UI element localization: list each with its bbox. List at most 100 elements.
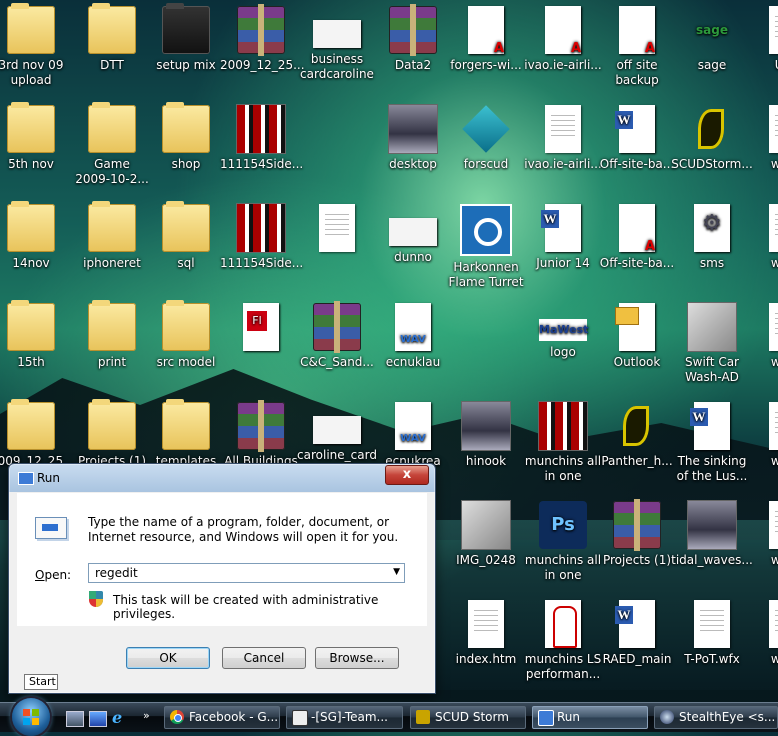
desktop-icon[interactable]: www. — [746, 204, 778, 271]
desktop-icon[interactable]: tidal_waves... — [671, 501, 753, 568]
desktop-icon[interactable]: 15th — [0, 300, 72, 370]
config-file-icon — [694, 204, 730, 252]
taskbar-item-scud-storm[interactable]: SCUD Storm — [410, 706, 526, 729]
desktop-icon[interactable]: iphoneret — [71, 201, 153, 271]
desktop-icon[interactable]: www. — [746, 105, 778, 172]
close-button[interactable]: x — [385, 465, 429, 485]
desktop-icon[interactable]: 111154Side... — [220, 204, 303, 271]
desktop-icon[interactable]: munchins LS performan... — [522, 600, 604, 682]
desktop-icon[interactable]: Harkonnen Flame Turret — [445, 204, 527, 290]
desktop-icon[interactable]: print — [71, 300, 153, 370]
desktop-icon-label: setup mix — [156, 58, 216, 72]
desktop-icon[interactable]: 5th nov — [0, 102, 72, 172]
desktop-icon[interactable]: Data2 — [372, 4, 454, 73]
desktop-icon[interactable]: business cardcaroline — [296, 6, 378, 82]
desktop-icon[interactable]: www. — [746, 303, 778, 370]
desktop-icon[interactable]: setup mix — [145, 3, 227, 73]
document-icon — [769, 303, 778, 351]
desktop-icon[interactable]: Outlook — [596, 303, 678, 370]
desktop-icon[interactable]: forgers-wi... — [445, 6, 527, 73]
desktop-icon[interactable]: WAV ecnukrea — [372, 402, 454, 469]
desktop-icon[interactable]: Off-site-ba... — [596, 105, 678, 172]
switch-windows-icon[interactable] — [89, 711, 107, 727]
desktop-icon[interactable]: Swift Car Wash-AD — [671, 303, 753, 385]
desktop-icon[interactable]: sage sage — [671, 6, 753, 73]
winrar-archive-icon — [237, 400, 285, 452]
desktop-icon[interactable]: www. — [746, 501, 778, 568]
desktop-icon-label: print — [97, 355, 127, 369]
ok-button[interactable]: OK — [126, 647, 210, 669]
desktop-icon[interactable]: WAV ecnuklau — [372, 303, 454, 370]
desktop-icon[interactable]: templates — [145, 399, 227, 469]
desktop-icon[interactable]: shop — [145, 102, 227, 172]
desktop-icon-label: business cardcaroline — [300, 52, 374, 81]
image-file-icon — [389, 105, 437, 153]
desktop-icon[interactable]: Game 2009-10-2... — [71, 102, 153, 187]
image-file-icon — [688, 501, 736, 549]
internet-explorer-icon[interactable]: e — [112, 710, 128, 726]
desktop-icon[interactable]: The sinking of the Lus... — [671, 402, 753, 484]
document-icon — [769, 402, 778, 450]
open-combobox[interactable]: regedit ▼ — [88, 563, 405, 583]
desktop-icon[interactable]: 111154Side... — [220, 105, 303, 172]
desktop-icon[interactable] — [220, 303, 302, 355]
winrar-archive-icon — [389, 4, 437, 56]
quicklaunch-chevron-icon[interactable]: » — [143, 709, 150, 722]
desktop-icon[interactable]: desktop — [372, 105, 454, 172]
taskbar-item-stealtheye[interactable]: StealthEye <s... — [654, 706, 778, 729]
desktop-icon[interactable]: Panther_h... — [596, 402, 678, 469]
desktop-icon-label: src model — [156, 355, 216, 369]
desktop-icon-label: off site backup — [615, 58, 659, 87]
open-label: Open: — [35, 568, 71, 582]
desktop-icon[interactable]: DTT — [71, 3, 153, 73]
desktop-icon[interactable]: All Buildings — [220, 400, 302, 469]
desktop-icon[interactable]: off site backup — [596, 6, 678, 88]
desktop-icon-label: dunno — [394, 250, 432, 264]
desktop-icon[interactable]: 2009_12_25... — [0, 399, 75, 469]
folder-icon — [162, 300, 210, 351]
taskbar-item-run[interactable]: Run — [532, 706, 648, 729]
desktop-icon[interactable]: Off-site-ba... — [596, 204, 678, 271]
desktop-icon[interactable]: sms — [671, 204, 753, 271]
desktop-icon[interactable]: Projects (1) — [596, 499, 678, 568]
photoshop-file-icon: Ps — [539, 501, 587, 549]
desktop-icon[interactable] — [296, 204, 378, 256]
browse-button[interactable]: Browse... — [315, 647, 399, 669]
desktop-icon[interactable]: www. — [746, 600, 778, 667]
desktop-icon[interactable]: sql — [145, 201, 227, 271]
desktop-icon[interactable]: 14nov — [0, 201, 72, 271]
desktop-icon[interactable]: Ps munchins all in one — [522, 501, 604, 583]
cancel-button[interactable]: Cancel — [222, 647, 306, 669]
desktop-icon[interactable]: ivao.ie-airli... — [522, 105, 604, 172]
start-button[interactable] — [12, 698, 50, 736]
desktop-icon[interactable]: Junior 14 — [522, 204, 604, 271]
desktop-icon[interactable]: caroline_card — [296, 402, 378, 463]
desktop-icon[interactable]: 2009_12_25... — [220, 4, 305, 73]
image-file-icon — [313, 20, 361, 48]
desktop-icon[interactable]: dunno — [372, 204, 454, 265]
desktop-icon-label: sql — [177, 256, 195, 270]
desktop-icon[interactable]: forscud — [445, 105, 527, 172]
desktop-icon[interactable]: C&C_Sand... — [296, 301, 378, 370]
desktop-icon[interactable]: IMG_0248 — [445, 501, 527, 568]
taskbar-item-facebook[interactable]: Facebook - G... — [164, 706, 280, 729]
desktop-icon[interactable]: www. — [746, 402, 778, 469]
document-icon — [545, 105, 581, 153]
desktop-icon[interactable]: 3rd nov 09 upload — [0, 3, 72, 88]
desktop-icon[interactable]: MaWest logo — [522, 303, 604, 360]
outlook-icon — [615, 303, 655, 351]
desktop-icon[interactable]: munchins all in one — [522, 402, 604, 484]
desktop-icon[interactable]: src model — [145, 300, 227, 370]
desktop-icon[interactable]: RAED_main — [596, 600, 678, 667]
desktop-icon[interactable]: hinook — [445, 402, 527, 469]
desktop-icon[interactable]: index.htm — [445, 600, 527, 667]
taskbar-item-sg-team[interactable]: -[SG]-Team... — [286, 706, 403, 729]
desktop-icon[interactable]: SCUDStorm... — [671, 105, 753, 172]
desktop-icon[interactable]: T-PoT.wfx — [671, 600, 753, 667]
desktop-icon[interactable]: ivao.ie-airli... — [522, 6, 604, 73]
open-input-value[interactable]: regedit — [95, 566, 138, 580]
dropdown-arrow-icon[interactable]: ▼ — [393, 567, 400, 577]
desktop-icon[interactable]: Projects (1) — [71, 399, 153, 469]
desktop-icon[interactable]: Unti — [746, 6, 778, 73]
show-desktop-icon[interactable] — [66, 711, 84, 727]
